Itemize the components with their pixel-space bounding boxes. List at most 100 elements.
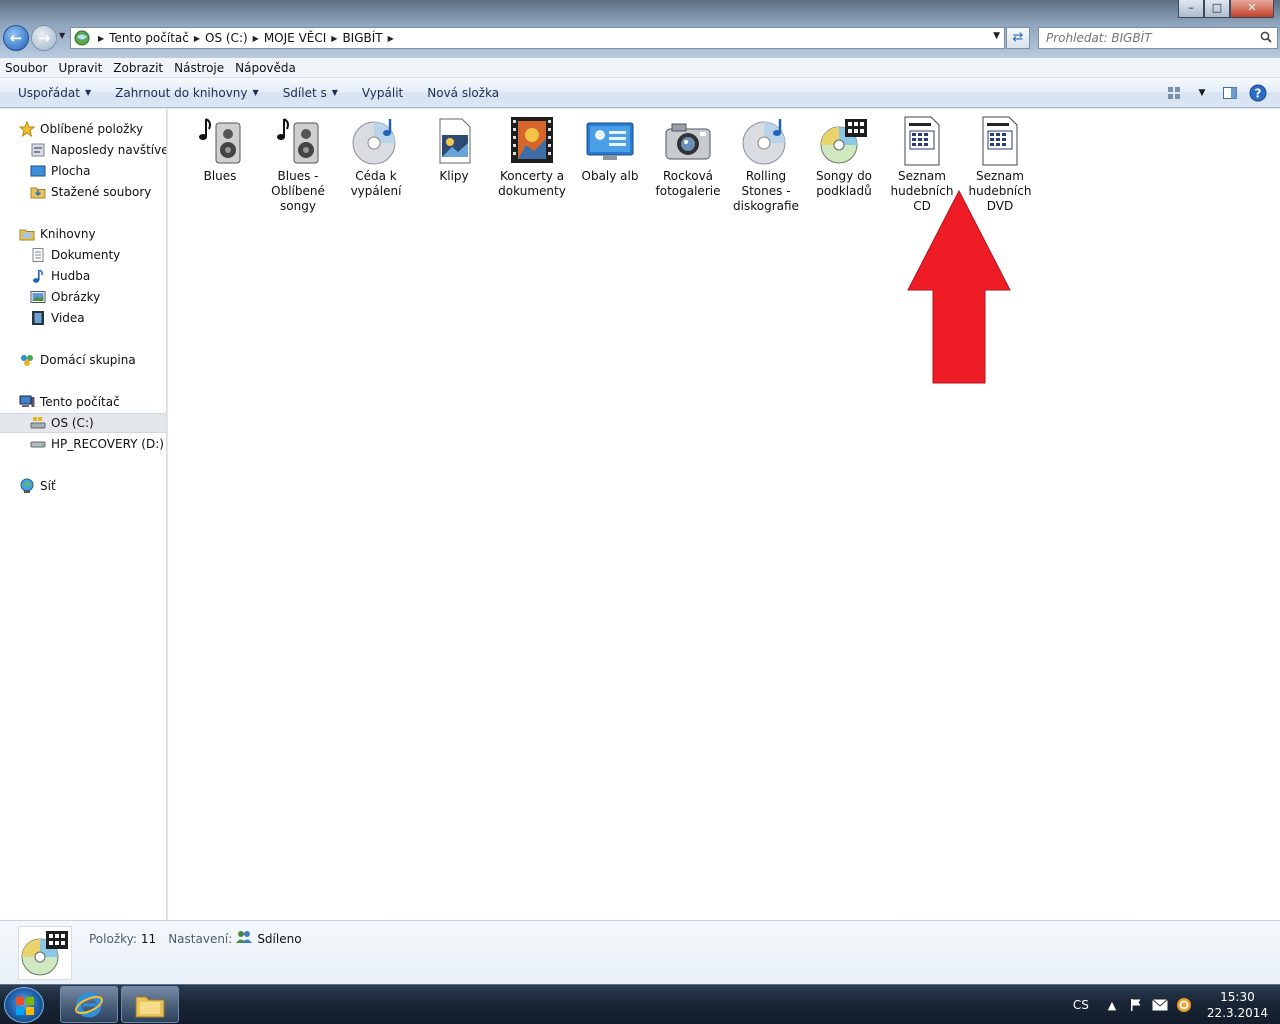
maximize-button[interactable]: □ — [1204, 0, 1230, 18]
chevron-right-icon[interactable]: ▶ — [388, 34, 394, 43]
preview-pane-button[interactable] — [1220, 83, 1240, 103]
folder-cds-to-burn[interactable]: Céda k vypálení — [339, 115, 413, 199]
folder-clips[interactable]: Klipy — [417, 115, 491, 184]
hard-drive-icon — [29, 436, 46, 452]
preview-pane-icon — [1223, 87, 1237, 99]
system-tray: CS ▲ 15:30 22.3.2014 — [1073, 985, 1272, 1024]
nav-music[interactable]: Hudba — [0, 266, 166, 286]
search-input[interactable] — [1039, 28, 1249, 48]
nav-recent-label: Naposledy navštívené — [51, 143, 166, 157]
file-label: Blues — [203, 169, 237, 183]
include-library-label: Zahrnout do knihovny — [115, 85, 248, 100]
view-grid-icon — [1168, 87, 1180, 99]
close-button[interactable]: ✕ — [1230, 0, 1274, 18]
show-hidden-icons-button[interactable]: ▲ — [1103, 996, 1121, 1014]
document-icon — [904, 116, 940, 166]
menu-tools[interactable]: Nástroje — [169, 61, 228, 75]
menu-help[interactable]: Nápověda — [230, 61, 300, 75]
cd-film-icon — [21, 931, 68, 976]
nav-computer-label: Tento počítač — [40, 395, 120, 409]
search-icon[interactable] — [1260, 31, 1272, 43]
menu-edit[interactable]: Upravit — [53, 61, 106, 75]
breadcrumb-moje-veci[interactable]: MOJE VĚCI — [264, 31, 326, 45]
nav-network[interactable]: Síť — [0, 476, 166, 496]
change-view-button[interactable] — [1164, 83, 1184, 103]
folder-rolling-stones-discography[interactable]: Rolling Stones - diskografie — [729, 115, 803, 214]
breadcrumb-drive-c[interactable]: OS (C:) — [205, 31, 248, 45]
chevron-right-icon[interactable]: ▶ — [98, 34, 104, 43]
star-icon — [18, 121, 35, 137]
address-bar[interactable]: ▶ Tento počítač ▶ OS (C:) ▶ MOJE VĚCI ▶ … — [70, 27, 1005, 49]
file-list: Blues Blues - Oblíbené songy Céda k vypá… — [168, 109, 1280, 920]
chevron-down-icon: ▼ — [84, 88, 92, 97]
clock[interactable]: 15:30 22.3.2014 — [1207, 989, 1268, 1021]
mail-icon[interactable] — [1151, 996, 1169, 1014]
homegroup-icon — [18, 352, 35, 368]
nav-favorites[interactable]: Oblíbené položky — [0, 119, 166, 139]
menu-file[interactable]: Soubor — [0, 61, 51, 75]
nav-music-label: Hudba — [51, 269, 91, 283]
internet-explorer-icon — [75, 992, 103, 1017]
search-box[interactable] — [1038, 27, 1278, 49]
nav-recent-places[interactable]: Naposledy navštívené — [0, 140, 166, 160]
nav-computer[interactable]: Tento počítač — [0, 392, 166, 412]
nav-desktop-label: Plocha — [51, 164, 91, 178]
breadcrumb-bigbit[interactable]: BIGBÍT — [342, 31, 382, 45]
taskbar-internet-explorer[interactable] — [60, 986, 118, 1023]
details-pane: Položky: 11 Nastavení: Sdíleno — [0, 920, 1280, 984]
share-with-label: Sdílet s — [282, 85, 327, 100]
folder-album-covers[interactable]: Obaly alb — [573, 115, 647, 184]
language-indicator[interactable]: CS — [1073, 998, 1089, 1012]
nav-pictures[interactable]: Obrázky — [0, 287, 166, 307]
back-button[interactable]: ← — [3, 25, 29, 51]
arrow-left-icon: ← — [9, 29, 23, 47]
chevron-right-icon[interactable]: ▶ — [194, 34, 200, 43]
minimize-button[interactable]: – — [1178, 0, 1204, 18]
view-options-dropdown[interactable]: ▼ — [1192, 83, 1212, 103]
folder-concerts-documentaries[interactable]: Koncerty a dokumenty — [495, 115, 569, 199]
refresh-icon: ⇄ — [1012, 30, 1024, 45]
burn-button[interactable]: Vypálit — [353, 86, 412, 100]
recent-pages-dropdown[interactable]: ▼ — [59, 31, 65, 40]
folder-rock-photo-gallery[interactable]: Rocková fotogalerie — [651, 115, 725, 199]
include-in-library-button[interactable]: Zahrnout do knihovny ▼ — [106, 86, 268, 100]
action-center-flag-icon[interactable] — [1127, 996, 1145, 1014]
nav-drive-c[interactable]: OS (C:) — [0, 413, 166, 433]
nav-libraries-label: Knihovny — [40, 227, 96, 241]
file-label: Rocková fotogalerie — [655, 169, 721, 198]
nav-videos[interactable]: Videa — [0, 308, 166, 328]
nav-drive-d[interactable]: HP_RECOVERY (D:) — [0, 434, 166, 454]
nav-pictures-label: Obrázky — [51, 290, 101, 304]
monitor-folder-icon — [586, 122, 634, 160]
details-summary: Položky: 11 Nastavení: Sdíleno — [89, 930, 314, 947]
nav-downloads[interactable]: Stažené soubory — [0, 182, 166, 202]
view-controls: ▼ ? — [1164, 83, 1268, 103]
refresh-button[interactable]: ⇄ — [1006, 27, 1030, 49]
start-button[interactable] — [4, 987, 44, 1023]
breadcrumb-computer[interactable]: Tento počítač — [109, 31, 189, 45]
update-status-icon[interactable] — [1175, 996, 1193, 1014]
file-label: Klipy — [439, 169, 469, 183]
downloads-folder-icon — [29, 184, 46, 200]
menu-view[interactable]: Zobrazit — [108, 61, 167, 75]
folder-blues-favorite-songs[interactable]: Blues - Oblíbené songy — [261, 115, 335, 214]
menu-bar: Soubor Upravit Zobrazit Nástroje Nápověd… — [0, 58, 1280, 78]
chevron-right-icon[interactable]: ▶ — [253, 34, 259, 43]
help-button[interactable]: ? — [1248, 83, 1268, 103]
nav-libraries[interactable]: Knihovny — [0, 224, 166, 244]
nav-desktop[interactable]: Plocha — [0, 161, 166, 181]
nav-homegroup[interactable]: Domácí skupina — [0, 350, 166, 370]
organize-button[interactable]: Uspořádat ▼ — [9, 86, 100, 100]
chevron-down-icon: ▼ — [331, 88, 338, 97]
folder-songs-for-backing[interactable]: Songy do podkladů — [807, 115, 881, 199]
taskbar-windows-explorer[interactable] — [121, 986, 179, 1023]
folder-blues[interactable]: Blues — [183, 115, 257, 184]
address-history-dropdown[interactable]: ▼ — [993, 31, 1000, 41]
chevron-right-icon[interactable]: ▶ — [331, 34, 337, 43]
nav-documents[interactable]: Dokumenty — [0, 245, 166, 265]
computer-icon — [18, 394, 35, 410]
share-with-button[interactable]: Sdílet s ▼ — [274, 86, 347, 100]
libraries-icon — [18, 226, 35, 242]
forward-button[interactable]: → — [31, 25, 57, 51]
new-folder-button[interactable]: Nová složka — [418, 86, 508, 100]
